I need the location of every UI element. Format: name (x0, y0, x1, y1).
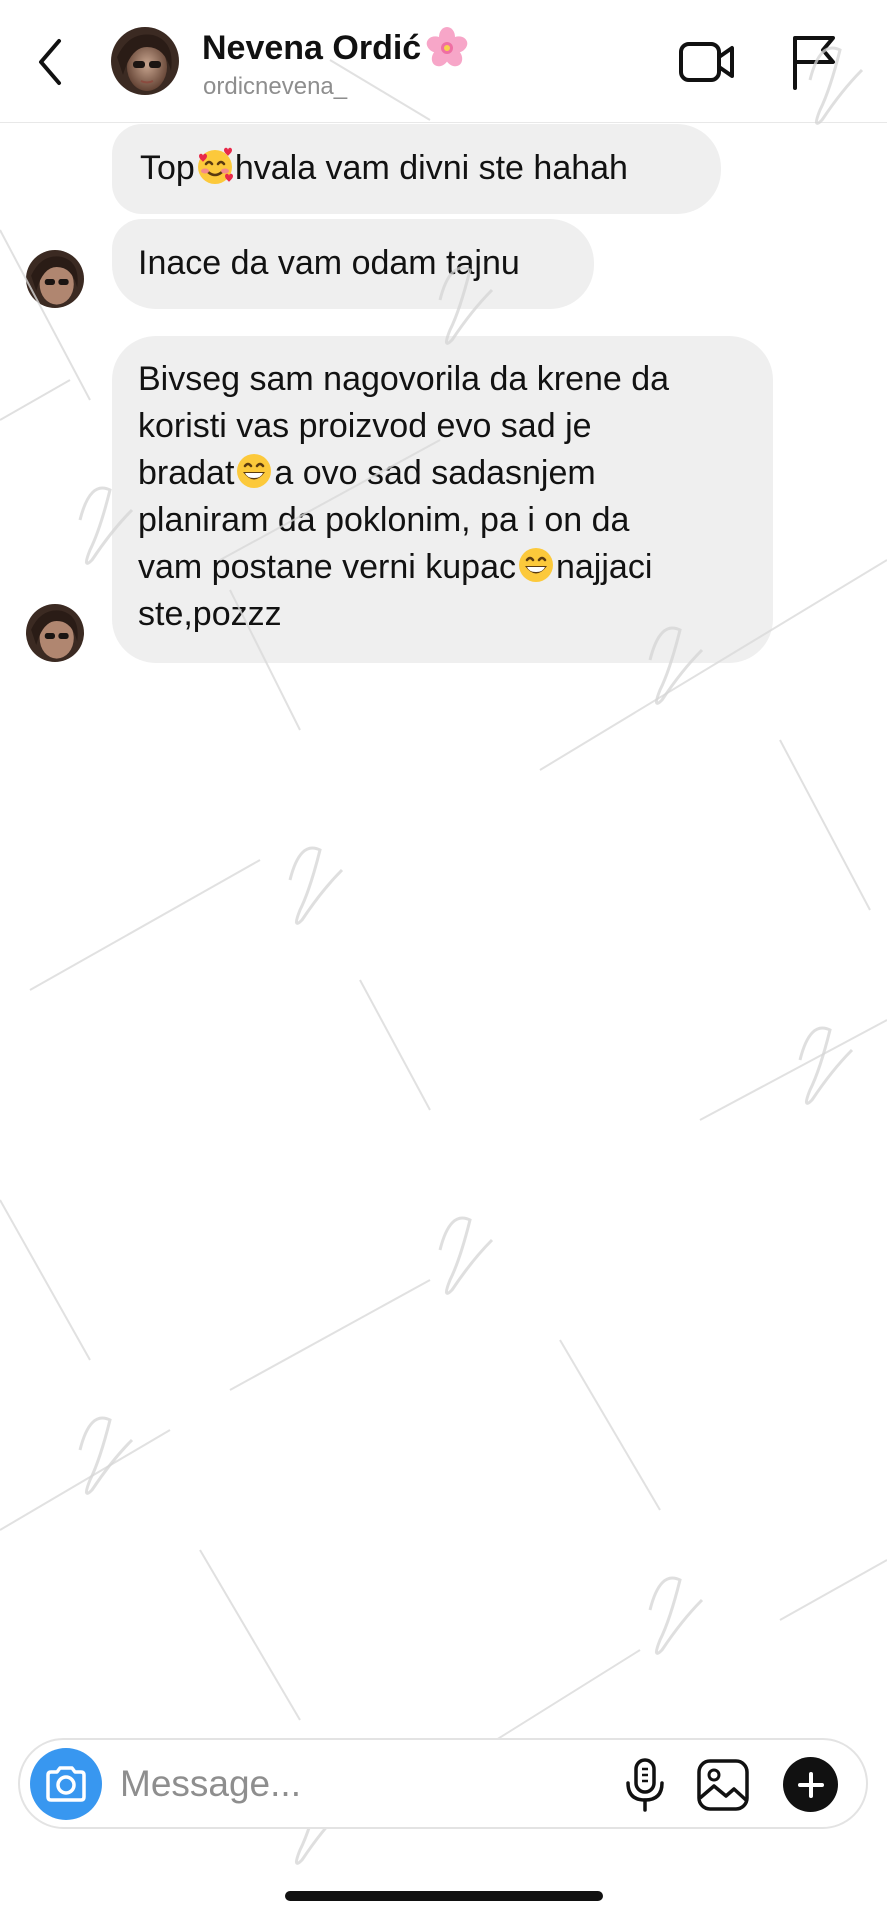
message-text: hvala vam divni ste hahah (234, 149, 628, 187)
message-line-group: bradat a ovo sad sadasnjem (138, 450, 747, 497)
message-text: najjaci (555, 548, 653, 586)
contact-username[interactable]: ordicnevena_ (203, 72, 347, 102)
camera-button[interactable] (30, 1748, 102, 1820)
voice-message-button[interactable] (621, 1757, 669, 1813)
message-bubble[interactable]: Top hvala vam divni ste hahah (112, 124, 721, 214)
gallery-icon (697, 1759, 749, 1811)
sender-avatar[interactable] (26, 604, 84, 662)
message-bubble[interactable]: Bivseg sam nagovorila da krene da korist… (112, 336, 773, 663)
gallery-button[interactable] (696, 1758, 750, 1812)
flag-icon (793, 36, 835, 90)
message-line-group: vam postane verni kupac najjaci (138, 544, 747, 591)
message-line: ste,pozzz (138, 595, 282, 633)
sender-avatar[interactable] (26, 250, 84, 308)
video-call-button[interactable] (678, 38, 736, 86)
grinning-face-icon (518, 548, 553, 582)
message-bubble[interactable]: Inace da vam odam tajnu (112, 219, 594, 309)
chevron-left-icon (39, 39, 61, 85)
message-composer (18, 1738, 868, 1829)
message-text: bradat (138, 454, 235, 492)
video-camera-icon (679, 42, 734, 82)
contact-name: Nevena Ordić (202, 29, 422, 67)
message-line: koristi vas proizvod evo sad je (138, 407, 592, 445)
cherry-blossom-icon (425, 26, 469, 70)
microphone-icon (626, 1758, 664, 1812)
grinning-face-icon (237, 454, 272, 488)
chat-header: Nevena Ordić ordicnevena_ (0, 0, 887, 123)
report-button[interactable] (789, 34, 839, 90)
back-button[interactable] (28, 32, 72, 92)
plus-icon (797, 1771, 824, 1798)
message-line: Bivseg sam nagovorila da krene da (138, 360, 670, 398)
message-line: planiram da poklonim, pa i on da (138, 501, 630, 539)
message-input[interactable] (120, 1756, 600, 1812)
camera-icon (46, 1766, 86, 1802)
smiling-face-with-hearts-icon (197, 147, 233, 184)
message-text: a ovo sad sadasnjem (274, 454, 596, 492)
message-text: Inace da vam odam tajnu (138, 244, 520, 282)
more-options-button[interactable] (783, 1757, 838, 1812)
message-text: vam postane verni kupac (138, 548, 516, 586)
message-text: Top (140, 149, 195, 187)
contact-name-row[interactable]: Nevena Ordić (202, 26, 469, 70)
home-indicator[interactable] (285, 1891, 603, 1901)
contact-avatar[interactable] (111, 27, 179, 95)
